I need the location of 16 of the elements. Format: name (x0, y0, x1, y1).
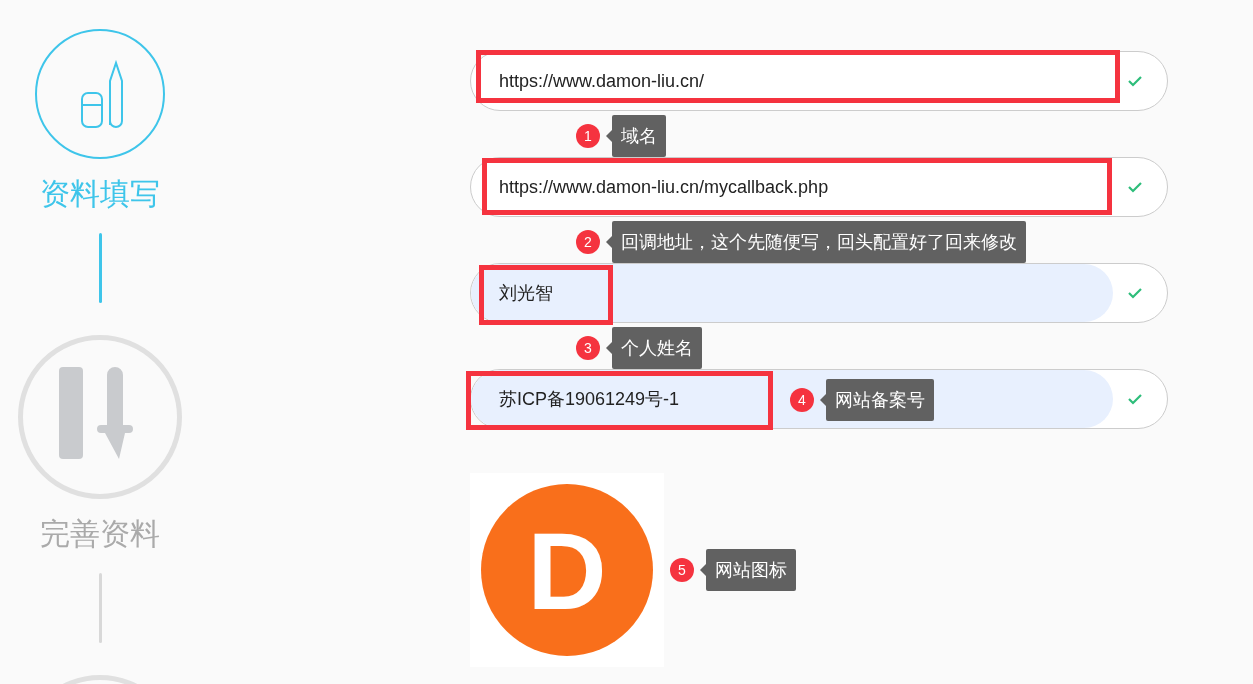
step-label: 完善资料 (40, 517, 160, 551)
number-badge: 5 (670, 558, 694, 582)
number-badge: 3 (576, 336, 600, 360)
callout-label: 网站图标 (700, 549, 796, 591)
callout-label: 网站备案号 (820, 379, 934, 421)
field-value: https://www.damon-liu.cn/ (498, 69, 706, 93)
step-label: 资料填写 (40, 177, 160, 211)
logo-icon: D (481, 484, 653, 656)
number-badge: 1 (576, 124, 600, 148)
step-connector (98, 233, 102, 303)
number-badge: 2 (576, 230, 600, 254)
callout-label: 回调地址，这个先随便写，回头配置好了回来修改 (606, 221, 1026, 263)
callout-label: 域名 (606, 115, 666, 157)
field-value: https://www.damon-liu.cn/mycallback.php (498, 175, 830, 199)
callout-label: 个人姓名 (606, 327, 702, 369)
step-connector (98, 573, 102, 643)
